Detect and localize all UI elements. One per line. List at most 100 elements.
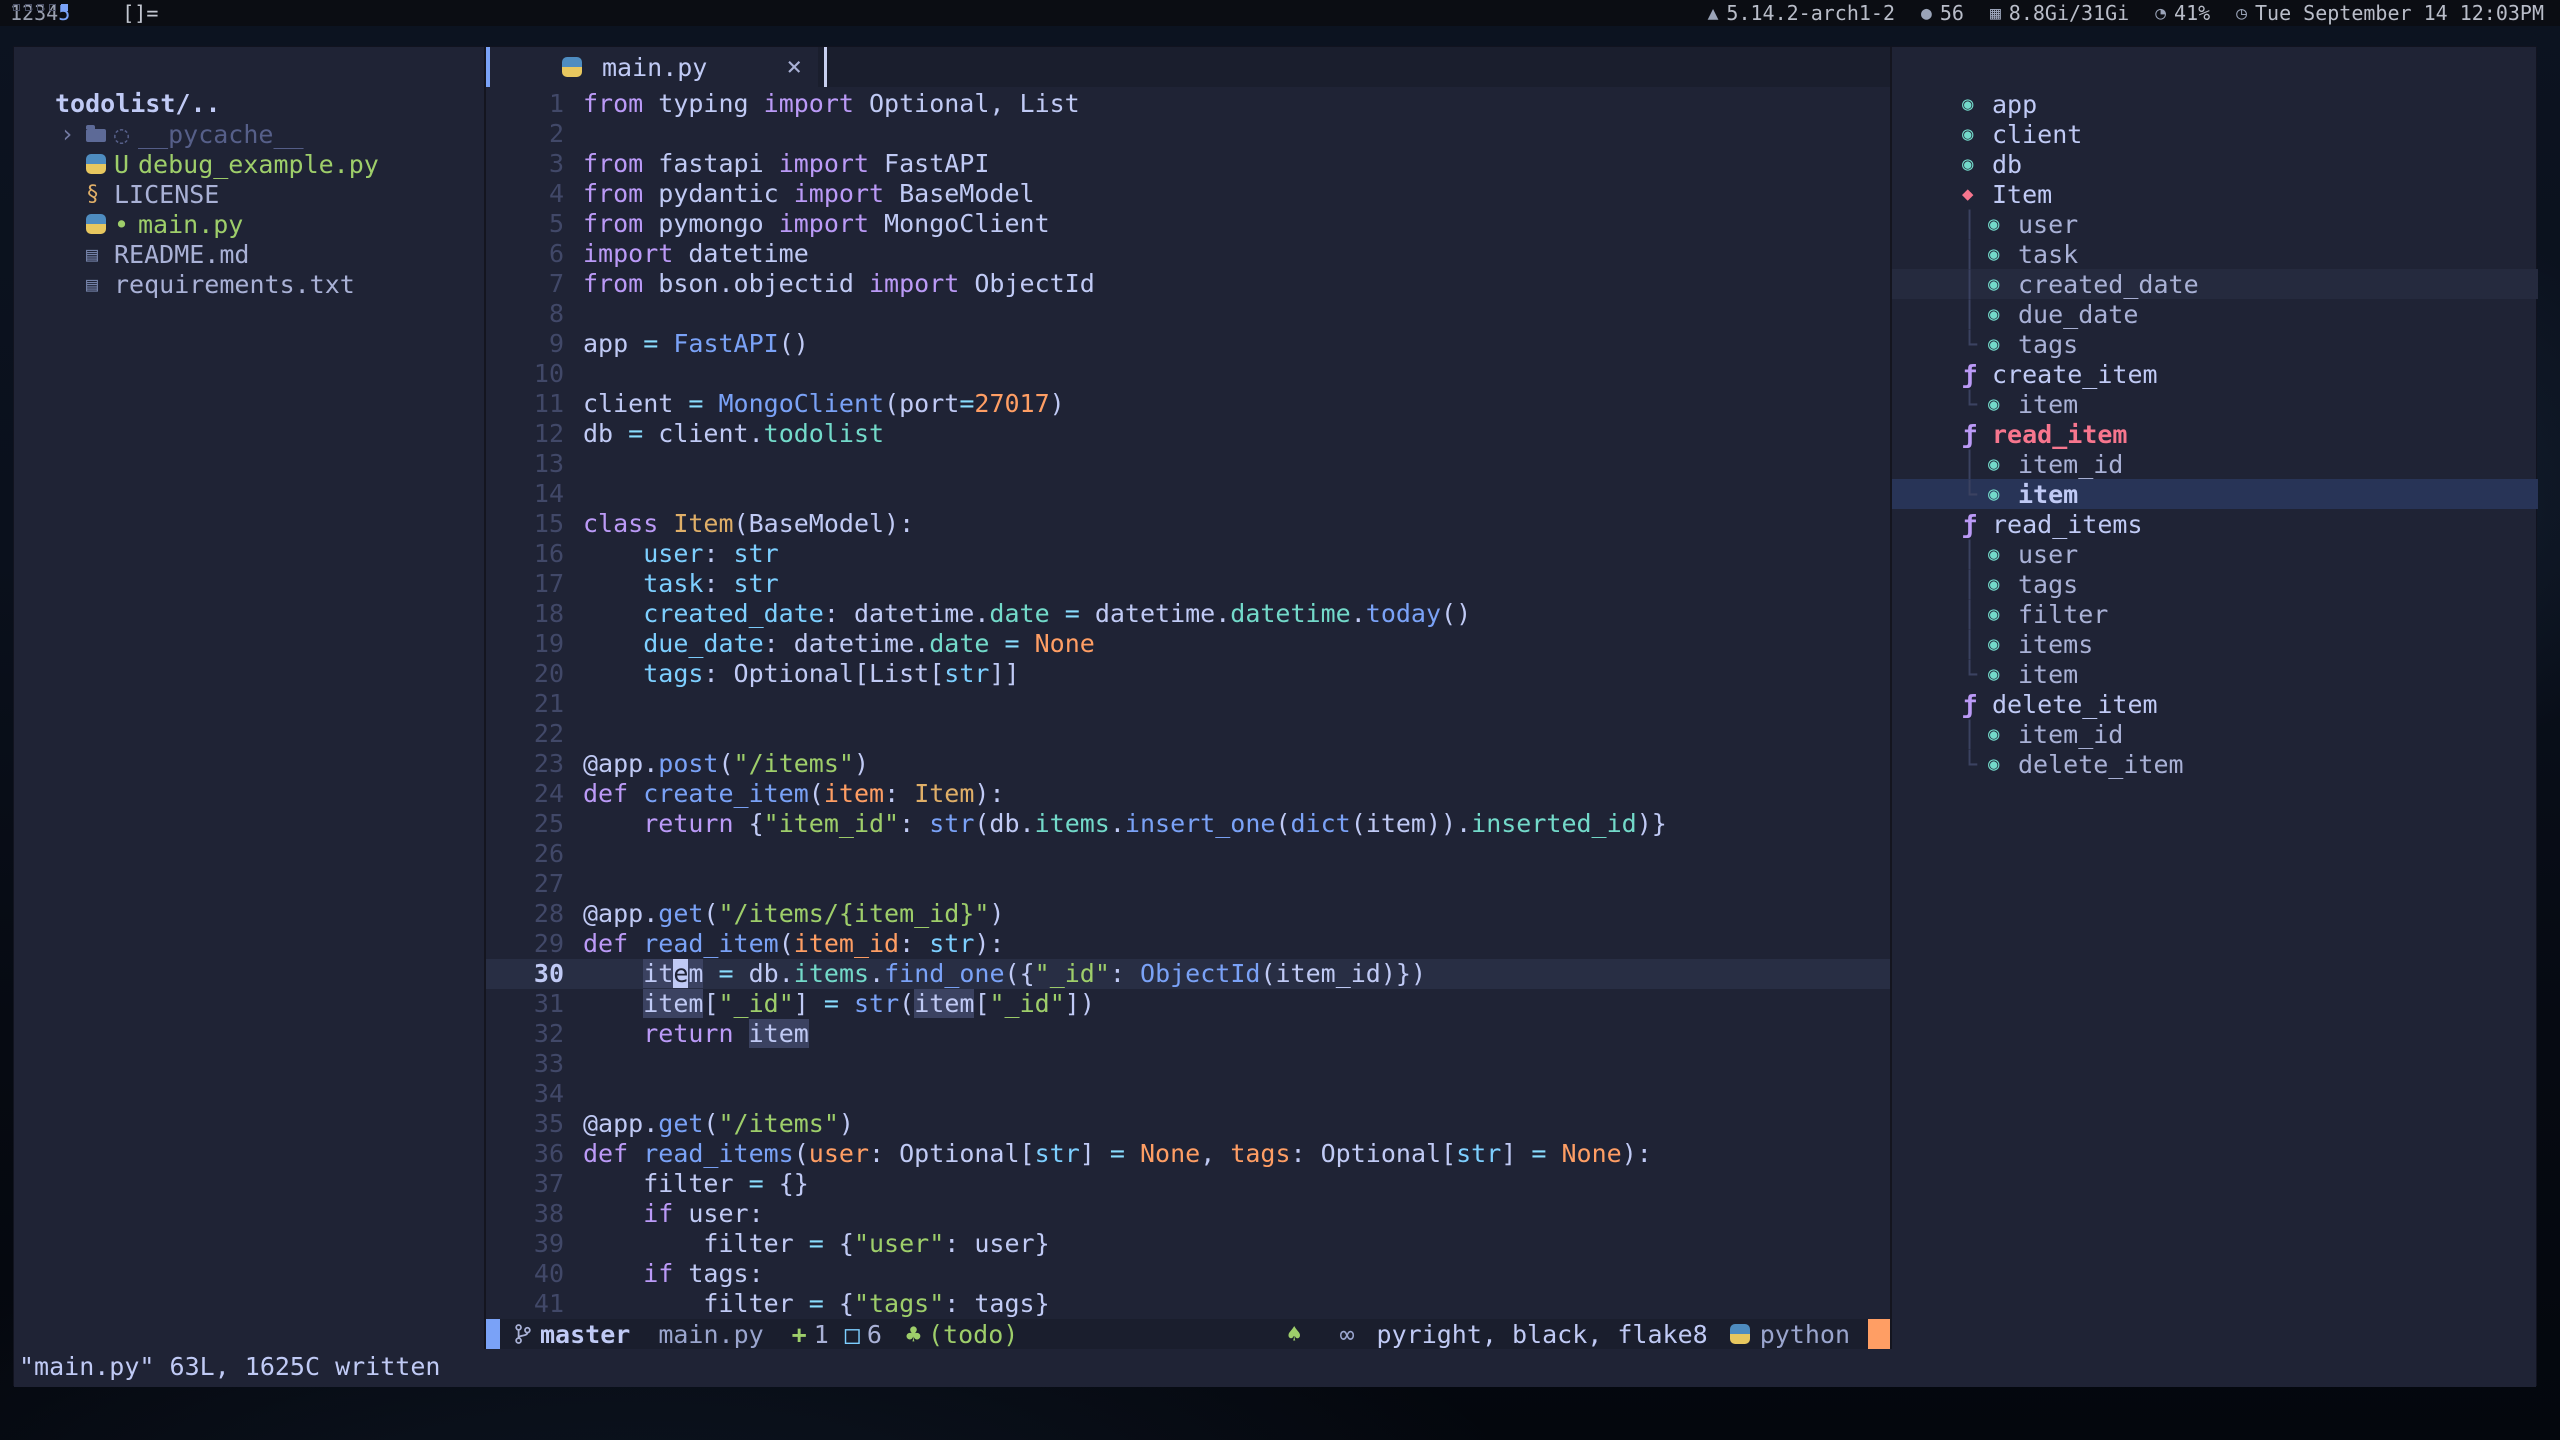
code-line[interactable]: 20 tags: Optional[List[str]] [486, 659, 1890, 689]
desktop: 12345 []= ▲5.14.2-arch1-2●56▦8.8Gi/31Gi◔… [0, 0, 2560, 1440]
token: (item_id)}) [1260, 959, 1426, 988]
outline-item[interactable]: │◉created_date [1892, 269, 2538, 299]
variable-icon: ◉ [1988, 453, 2018, 475]
file-item[interactable]: ▤requirements.txt [14, 269, 484, 299]
code-line[interactable]: 10 [486, 359, 1890, 389]
token: [ [703, 989, 718, 1018]
code-line[interactable]: 7from bson.objectid import ObjectId [486, 269, 1890, 299]
token: item [824, 779, 884, 808]
outline-item[interactable]: │◉item_id [1892, 719, 2538, 749]
code-line[interactable]: 25 return {"item_id": str(db.items.inser… [486, 809, 1890, 839]
tab-main-py[interactable]: main.py × [486, 47, 818, 87]
outline-item[interactable]: ◆Item [1892, 179, 2538, 209]
token: ( [703, 1109, 718, 1138]
outline-item[interactable]: └◉item [1892, 659, 2538, 689]
scroll-position-indicator[interactable] [1868, 1319, 1890, 1349]
code-line[interactable]: 30 item = db.items.find_one({"_id": Obje… [486, 959, 1890, 989]
code-line[interactable]: 26 [486, 839, 1890, 869]
outline-item[interactable]: │◉user [1892, 209, 2538, 239]
code-line[interactable]: 17 task: str [486, 569, 1890, 599]
line-number: 27 [486, 869, 583, 899]
outline-item[interactable]: ◉db [1892, 149, 2538, 179]
code-line[interactable]: 9app = FastAPI() [486, 329, 1890, 359]
bar-status-text: Tue September 14 12:03PM [2255, 1, 2544, 25]
license-icon: § [86, 182, 114, 207]
code-line[interactable]: 14 [486, 479, 1890, 509]
code-line[interactable]: 28@app.get("/items/{item_id}") [486, 899, 1890, 929]
bar-status-text: 8.8Gi/31Gi [2009, 1, 2129, 25]
code-line[interactable]: 40 if tags: [486, 1259, 1890, 1289]
outline-item[interactable]: ƒread_item [1892, 419, 2538, 449]
token: : Optional[ [869, 1139, 1035, 1168]
outline-item[interactable]: └◉tags [1892, 329, 2538, 359]
outline-item[interactable]: └◉item [1892, 479, 2538, 509]
workspace-tag-1[interactable]: 1 [10, 1, 22, 25]
code-line[interactable]: 3from fastapi import FastAPI [486, 149, 1890, 179]
symbol-label: create_item [1992, 360, 2158, 389]
code-line[interactable]: 2 [486, 119, 1890, 149]
explorer-root[interactable]: todolist/.. [14, 89, 484, 119]
outline-item[interactable]: │◉user [1892, 539, 2538, 569]
code-line[interactable]: 27 [486, 869, 1890, 899]
file-item[interactable]: ›◌__pycache__ [14, 119, 484, 149]
outline-item[interactable]: │◉items [1892, 629, 2538, 659]
outline-item[interactable]: ƒcreate_item [1892, 359, 2538, 389]
code-line[interactable]: 33 [486, 1049, 1890, 1079]
outline-item[interactable]: ◉app [1892, 89, 2538, 119]
close-icon[interactable]: × [786, 52, 802, 82]
code-line[interactable]: 21 [486, 689, 1890, 719]
workspace-tag-4[interactable]: 4 [46, 1, 58, 25]
workspace-tag-3[interactable]: 3 [34, 1, 46, 25]
code-line[interactable]: 41 filter = {"tags": tags} [486, 1289, 1890, 1319]
code-area[interactable]: 1from typing import Optional, List23from… [486, 87, 1890, 1319]
outline-item[interactable]: │◉tags [1892, 569, 2538, 599]
code-line[interactable]: 5from pymongo import MongoClient [486, 209, 1890, 239]
code-line[interactable]: 36def read_items(user: Optional[str] = N… [486, 1139, 1890, 1169]
code-line[interactable]: 29def read_item(item_id: str): [486, 929, 1890, 959]
code-line[interactable]: 23@app.post("/items") [486, 749, 1890, 779]
outline-item[interactable]: └◉delete_item [1892, 749, 2538, 779]
code-line[interactable]: 32 return item [486, 1019, 1890, 1049]
code-line[interactable]: 37 filter = {} [486, 1169, 1890, 1199]
outline-item[interactable]: ƒread_items [1892, 509, 2538, 539]
outline-item[interactable]: ◉client [1892, 119, 2538, 149]
token: { [824, 1229, 854, 1258]
outline-item[interactable]: │◉item_id [1892, 449, 2538, 479]
code-line[interactable]: 6import datetime [486, 239, 1890, 269]
workspace-tag-2[interactable]: 2 [22, 1, 34, 25]
code-line[interactable]: 18 created_date: datetime.date = datetim… [486, 599, 1890, 629]
code-line[interactable]: 16 user: str [486, 539, 1890, 569]
outline-item[interactable]: │◉filter [1892, 599, 2538, 629]
file-item[interactable]: ▤README.md [14, 239, 484, 269]
code-line[interactable]: 13 [486, 449, 1890, 479]
outline-item[interactable]: │◉due_date [1892, 299, 2538, 329]
token: BaseModel [884, 179, 1035, 208]
file-item[interactable]: Udebug_example.py [14, 149, 484, 179]
code-line[interactable]: 39 filter = {"user": user} [486, 1229, 1890, 1259]
code-line[interactable]: 11client = MongoClient(port=27017) [486, 389, 1890, 419]
code-line[interactable]: 22 [486, 719, 1890, 749]
outline-item[interactable]: └◉item [1892, 389, 2538, 419]
layout-indicator[interactable]: []= [122, 1, 158, 25]
code-line[interactable]: 31 item["_id"] = str(item["_id"]) [486, 989, 1890, 1019]
outline-item[interactable]: │◉task [1892, 239, 2538, 269]
variable-icon: ◉ [1988, 573, 2018, 595]
code-line[interactable]: 38 if user: [486, 1199, 1890, 1229]
code-line[interactable]: 34 [486, 1079, 1890, 1109]
code-line[interactable]: 35@app.get("/items") [486, 1109, 1890, 1139]
file-item[interactable]: •main.py [14, 209, 484, 239]
token: Item [673, 509, 733, 538]
symbol-label: delete_item [2018, 750, 2184, 779]
workspace-tag-5[interactable]: 5 [58, 1, 70, 25]
code-line[interactable]: 24def create_item(item: Item): [486, 779, 1890, 809]
code-line[interactable]: 15class Item(BaseModel): [486, 509, 1890, 539]
code-line[interactable]: 4from pydantic import BaseModel [486, 179, 1890, 209]
code-line[interactable]: 12db = client.todolist [486, 419, 1890, 449]
file-item[interactable]: §LICENSE [14, 179, 484, 209]
outline-item[interactable]: ƒdelete_item [1892, 689, 2538, 719]
code-line[interactable]: 8 [486, 299, 1890, 329]
code-line[interactable]: 1from typing import Optional, List [486, 89, 1890, 119]
code-line[interactable]: 19 due_date: datetime.date = None [486, 629, 1890, 659]
token: ( [809, 779, 824, 808]
token: { [824, 1289, 854, 1318]
